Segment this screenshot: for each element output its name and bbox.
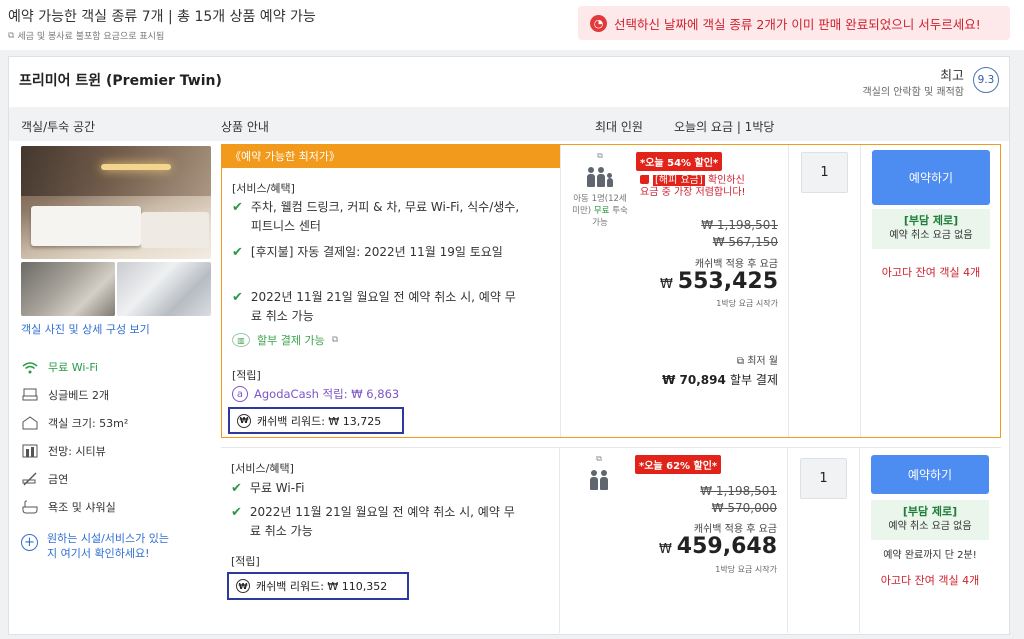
quantity-select[interactable]: 1 (801, 152, 848, 193)
amenity-size: 객실 크기: 53m² (21, 415, 128, 431)
check-icon: ✔ (232, 290, 243, 305)
original-price: ₩ 567,150 (712, 235, 778, 249)
offer-row: [서비스/혜택] ✔ 무료 Wi-Fi ✔ 2022년 11월 21일 월요일 전 … (221, 447, 1001, 633)
external-link-icon: ⧉ (8, 30, 15, 41)
external-link-icon: ⧉ (331, 335, 339, 345)
lowest-monthly-label: ⧉ 최저 월 (736, 356, 778, 367)
feature-item: ✔ [후지불] 자동 결제일: 2022년 11월 19일 토요일 (232, 245, 503, 260)
top-bar: 예약 가능한 객실 종류 7개 | 총 15개 상품 예약 가능 ⧉ 세금 및 … (0, 0, 1024, 50)
col-price: 오늘의 요금 | 1박당 (674, 120, 775, 134)
city-view-icon (21, 443, 39, 459)
column-header: 객실/투숙 공간 상품 안내 최대 인원 오늘의 요금 | 1박당 (9, 107, 1009, 141)
feature-item: ✔ 주차, 웰컴 드링크, 커피 & 차, 무료 Wi-Fi, 식수/생수, 피트… (232, 198, 522, 236)
amenity-view: 전망: 시티뷰 (21, 443, 106, 459)
sold-out-alert-text: 선택하신 날짜에 객실 종류 2개가 이미 판매 완료되었으니 서두르세요! (614, 16, 981, 32)
feature-item: ✔ 2022년 11월 21일 월요일 전 예약 취소 시, 예약 무료 취소 가… (231, 503, 521, 541)
installment-link[interactable]: ▥ 할부 결제 가능 ⧉ (232, 332, 338, 348)
rooms-left: 아고다 잔여 객실 4개 (881, 266, 981, 279)
final-price: ₩459,648 (658, 534, 777, 559)
col-offer: 상품 안내 (221, 120, 269, 134)
original-price: ₩ 1,198,501 (700, 484, 777, 498)
services-label: [서비스/혜택] (232, 182, 295, 195)
amenity-search-link[interactable]: + 원하는 시설/서비스가 있는 지 여기서 확인하세요! (21, 531, 169, 561)
bath-icon (21, 499, 39, 515)
room-photo-main[interactable] (21, 146, 211, 259)
book-button[interactable]: 예약하기 (871, 455, 989, 494)
reward-label: [적립] (232, 369, 261, 382)
price-block: ₩ 1,198,501 ₩ 567,150 캐쉬백 적용 후 요금 ₩553,4… (562, 145, 788, 439)
installment-price: ₩ 70,894 할부 결제 (662, 373, 778, 387)
room-card: 프리미어 트윈 (Premier Twin) 최고 객실의 안락함 및 쾌적함 … (8, 56, 1010, 635)
book-button[interactable]: 예약하기 (872, 150, 990, 205)
rating-subtitle: 객실의 안락함 및 쾌적함 (862, 87, 964, 98)
sold-out-alert: ◔ 선택하신 날짜에 객실 종류 2개가 이미 판매 완료되었으니 서두르세요! (578, 6, 1010, 40)
cashback-icon: ₩ (236, 579, 250, 593)
col-occupancy: 최대 인원 (595, 120, 643, 134)
rating-badge: 9.3 (973, 67, 999, 93)
clock-icon: ◔ (590, 14, 607, 32)
amenity-beds: 싱글베드 2개 (21, 387, 109, 403)
cashback-icon: ₩ (237, 413, 251, 428)
cashback-reward: ₩ 캐쉬백 리워드: ₩ 13,725 (228, 407, 404, 434)
amenity-no-smoking: 금연 (21, 471, 68, 487)
free-cancellation-badge: [부담 제로] 예약 취소 요금 없음 (871, 500, 989, 540)
price-label: 캐쉬백 적용 후 요금 (694, 259, 778, 270)
price-block: ₩ 1,198,501 ₩ 570,000 캐쉬백 적용 후 요금 ₩459,6… (561, 448, 787, 634)
amenity-bath: 욕조 및 샤워실 (21, 499, 116, 515)
check-icon: ✔ (232, 245, 243, 260)
rooms-left: 아고다 잔여 객실 4개 (880, 574, 980, 587)
price-from-note: 1박당 요금 시작가 (716, 299, 778, 308)
feature-item: ✔ 무료 Wi-Fi (231, 481, 305, 496)
booking-deadline-note: 예약 완료까지 단 2분! (883, 550, 977, 561)
cashback-reward: ₩ 캐쉬백 리워드: ₩ 110,352 (227, 572, 409, 600)
feature-item: ✔ 2022년 11월 21일 월요일 전 예약 취소 시, 예약 무료 취소 가… (232, 288, 522, 326)
rating-word: 최고 (940, 69, 964, 84)
price-from-note: 1박당 요금 시작가 (715, 565, 777, 574)
room-photo-thumb[interactable] (117, 262, 211, 316)
tax-note: ⧉ 세금 및 봉사료 불포함 요금으로 표시됨 (8, 29, 165, 43)
check-icon: ✔ (231, 481, 242, 496)
lowest-price-ribbon: 《예약 가능한 최저가》 (222, 145, 560, 168)
room-header: 프리미어 트윈 (Premier Twin) 최고 객실의 안락함 및 쾌적함 … (9, 57, 1009, 107)
room-size-icon (21, 415, 39, 431)
wifi-icon (21, 359, 39, 375)
services-label: [서비스/혜택] (231, 462, 294, 475)
quantity-select[interactable]: 1 (800, 458, 847, 499)
col-room: 객실/투숙 공간 (21, 120, 96, 134)
room-name: 프리미어 트윈 (Premier Twin) (19, 73, 222, 89)
reward-label: [적립] (231, 555, 260, 568)
room-photo-thumb[interactable] (21, 262, 115, 316)
original-price: ₩ 1,198,501 (701, 218, 778, 232)
final-price: ₩553,425 (659, 269, 778, 294)
free-cancellation-badge: [부담 제로] 예약 취소 요금 없음 (872, 209, 990, 249)
room-photos-link[interactable]: 객실 사진 및 상세 구성 보기 (21, 321, 150, 337)
availability-title: 예약 가능한 객실 종류 7개 | 총 15개 상품 예약 가능 (8, 9, 316, 25)
amenity-wifi: 무료 Wi-Fi (21, 359, 98, 375)
installment-icon: ▥ (232, 333, 250, 347)
original-price: ₩ 570,000 (711, 501, 777, 515)
check-icon: ✔ (232, 200, 243, 215)
agoda-cash: a AgodaCash 적립: ₩ 6,863 (232, 386, 399, 402)
tax-note-text: 세금 및 봉사료 불포함 요금으로 표시됨 (17, 32, 165, 42)
check-icon: ✔ (231, 505, 242, 520)
price-label: 캐쉬백 적용 후 요금 (693, 524, 777, 535)
bed-icon (21, 387, 39, 403)
no-smoking-icon (21, 471, 39, 487)
plus-circle-icon: + (21, 534, 38, 551)
offer-row: 《예약 가능한 최저가》 [서비스/혜택] ✔ 주차, 웰컴 드링크, 커피 & … (221, 144, 1001, 438)
agoda-cash-icon: a (232, 386, 248, 402)
